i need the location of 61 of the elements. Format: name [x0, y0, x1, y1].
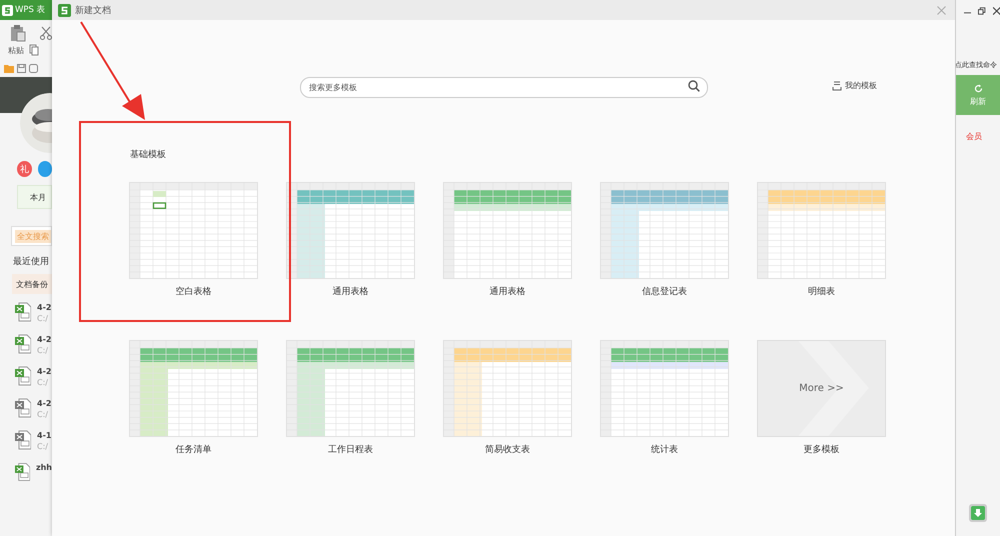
- search-icon[interactable]: [688, 80, 700, 92]
- paste-icon[interactable]: [10, 24, 26, 42]
- close-icon[interactable]: [992, 7, 1000, 15]
- file-name: 4-2: [37, 334, 52, 345]
- recent-file[interactable]: 4-2 C:/: [0, 390, 52, 422]
- file-path: C:/: [37, 441, 49, 452]
- circle-icon[interactable]: [38, 161, 52, 177]
- template-label[interactable]: 通用表格: [332, 285, 368, 298]
- recent-file[interactable]: zhh: [0, 454, 52, 486]
- folder-icon[interactable]: [4, 64, 14, 73]
- spreadsheet-file-icon: [15, 430, 31, 450]
- file-path: C:/: [37, 409, 49, 420]
- paste-button[interactable]: 粘贴: [8, 44, 24, 56]
- scissors-icon[interactable]: [40, 26, 52, 40]
- template-label[interactable]: 工作日程表: [328, 443, 373, 456]
- recent-file[interactable]: 4-2 C:/: [0, 326, 52, 358]
- file-name: 4-1: [37, 430, 52, 441]
- my-templates-link[interactable]: 我的模板: [832, 80, 877, 91]
- download-icon: [971, 506, 985, 520]
- section-title: 基础模板: [130, 148, 167, 161]
- logo-icon: [58, 4, 71, 16]
- template-label[interactable]: 空白表格: [176, 285, 212, 298]
- dialog-title: 新建文档: [75, 4, 111, 16]
- refresh-icon: [974, 84, 982, 92]
- template-label[interactable]: 统计表: [651, 443, 678, 456]
- save-icon[interactable]: [17, 64, 26, 73]
- recent-file[interactable]: 4-2 C:/: [0, 358, 52, 390]
- spreadsheet-file-icon: [15, 462, 30, 482]
- download-button[interactable]: [969, 504, 987, 522]
- file-name: 4-2: [37, 366, 52, 377]
- recent-heading: 最近使用: [13, 256, 50, 268]
- search-field[interactable]: 搜索更多模板: [300, 77, 708, 98]
- search-tag: 全文搜索: [15, 230, 51, 242]
- spreadsheet-file-icon: [15, 366, 31, 386]
- template-label[interactable]: 更多模板: [804, 443, 840, 456]
- restore-icon[interactable]: [978, 7, 986, 15]
- file-path: C:/: [37, 377, 49, 388]
- app-title: WPS 表: [15, 4, 46, 16]
- template-label[interactable]: 简易收支表: [485, 443, 530, 456]
- template-label[interactable]: 通用表格: [490, 285, 526, 298]
- file-name: 4-2: [37, 398, 52, 409]
- promo-text: 本月: [30, 192, 46, 202]
- backup-button[interactable]: 文档备份: [12, 274, 52, 294]
- file-path: C:/: [37, 313, 49, 324]
- promo-card[interactable]: 本月: [17, 185, 52, 209]
- recent-file[interactable]: 4-2 C:/: [0, 294, 52, 326]
- spreadsheet-file-icon: [15, 398, 31, 418]
- more-templates-card[interactable]: More >>: [757, 340, 886, 437]
- document-icon[interactable]: [29, 64, 38, 73]
- copy-icon[interactable]: [29, 44, 39, 56]
- file-name: zhh: [36, 462, 52, 473]
- template-label[interactable]: 明细表: [808, 285, 835, 298]
- file-path: C:/: [37, 345, 49, 356]
- template-label[interactable]: 任务清单: [176, 443, 212, 456]
- recent-file[interactable]: 4-1 C:/: [0, 422, 52, 454]
- member-link[interactable]: 会员: [966, 131, 1000, 142]
- file-name: 4-2: [37, 302, 52, 313]
- spreadsheet-file-icon: [15, 302, 31, 322]
- template-label[interactable]: 信息登记表: [642, 285, 687, 298]
- stack-icon: [832, 80, 842, 90]
- spreadsheet-file-icon: [15, 334, 31, 354]
